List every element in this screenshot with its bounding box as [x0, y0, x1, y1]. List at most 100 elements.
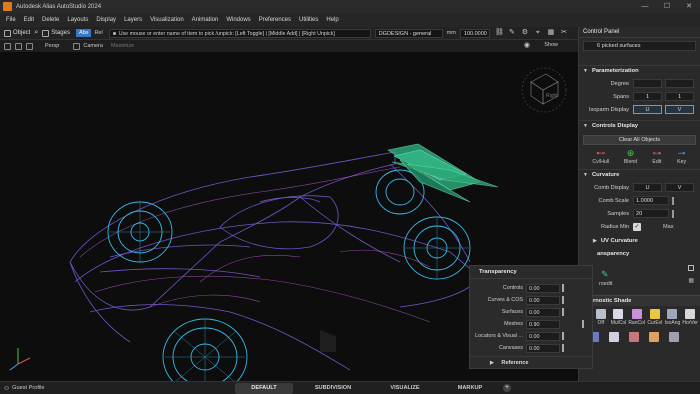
- grid-small-icon[interactable]: ▦: [688, 277, 694, 284]
- controls-field[interactable]: 0.00: [526, 283, 560, 293]
- viewport-camera-icon[interactable]: [26, 42, 33, 50]
- isoparm-u-toggle[interactable]: U: [633, 105, 662, 114]
- degree-u-field[interactable]: [633, 79, 662, 88]
- object-pick-button[interactable]: Object: [4, 29, 30, 37]
- controls-display-section[interactable]: ▼ Controls Display: [579, 120, 700, 131]
- locators-slider[interactable]: [562, 332, 564, 340]
- tab-subdivision[interactable]: SUBDIVISION: [303, 383, 363, 394]
- menu-animation[interactable]: Animation: [192, 17, 219, 23]
- transparency-title: Transparency: [470, 266, 592, 279]
- workspace-bar: ☺ Guest Profile DEFAULT SUBDIVISION VISU…: [0, 381, 700, 394]
- shade-swatch-icon[interactable]: [629, 332, 639, 342]
- surfaces-slider[interactable]: [562, 308, 564, 316]
- rel-toggle[interactable]: Rel: [94, 30, 102, 36]
- surfaces-field[interactable]: 0.00: [526, 307, 560, 317]
- menu-visualization[interactable]: Visualization: [150, 17, 184, 23]
- menu-delete[interactable]: Delete: [42, 17, 59, 23]
- isoparm-v-toggle[interactable]: V: [665, 105, 694, 114]
- shade-off-button[interactable]: Off: [593, 309, 609, 326]
- square-icon[interactable]: [688, 265, 694, 271]
- tab-default[interactable]: DEFAULT: [235, 383, 293, 394]
- curvature-section[interactable]: ▼ Curvature: [579, 169, 700, 180]
- menu-preferences[interactable]: Preferences: [259, 17, 291, 23]
- edit-button[interactable]: ⊶ Edit: [652, 148, 662, 165]
- cv-hull-button[interactable]: ⊷ Cv/Hull: [592, 148, 609, 165]
- prompt-line[interactable]: Use mouse or enter name of item to pick …: [108, 28, 371, 38]
- viewport-layout-icon[interactable]: [15, 42, 22, 50]
- eye-icon[interactable]: ◉: [524, 42, 530, 49]
- samples-slider[interactable]: [672, 209, 674, 218]
- canvases-slider[interactable]: [562, 344, 564, 352]
- tab-markup[interactable]: MARKUP: [446, 383, 494, 394]
- view-name[interactable]: Persp: [45, 43, 59, 49]
- shade-horver-button[interactable]: HorVer: [682, 309, 698, 326]
- link-icon[interactable]: ⛓: [495, 29, 504, 37]
- curves-cos-slider[interactable]: [562, 296, 564, 304]
- menu-layouts[interactable]: Layouts: [67, 17, 88, 23]
- maximize-label[interactable]: Maximize: [111, 43, 134, 49]
- reference-section[interactable]: ▶ Reference: [470, 356, 592, 368]
- show-button[interactable]: Show: [544, 42, 558, 48]
- shade-mulcol-button[interactable]: MulCol: [611, 309, 627, 326]
- tolerance-field[interactable]: 100.0000: [459, 28, 490, 38]
- abs-toggle[interactable]: Abs: [75, 29, 92, 37]
- locators-label: Locators & Visual ...: [475, 333, 523, 339]
- settings-icon[interactable]: ⚙: [521, 29, 529, 37]
- camera-label[interactable]: Camera: [83, 43, 103, 49]
- minimize-button[interactable]: —: [634, 0, 656, 13]
- spans-u-field[interactable]: 1: [633, 92, 662, 101]
- curves-cos-field[interactable]: 0.00: [526, 295, 560, 305]
- comb-u-toggle[interactable]: U: [633, 183, 662, 192]
- transparency-section-header[interactable]: ansparency: [579, 248, 700, 259]
- shade-swatch-icon[interactable]: [609, 332, 619, 342]
- menu-file[interactable]: File: [6, 17, 16, 23]
- search-icon[interactable]: ⌕: [34, 29, 38, 37]
- snap-icon[interactable]: ⌖: [534, 29, 542, 37]
- comb-scale-slider[interactable]: [672, 196, 674, 205]
- shade-swatch-icon[interactable]: [649, 332, 659, 342]
- viewport-menu-icon[interactable]: [4, 42, 11, 50]
- clear-all-objects-button[interactable]: Clear All Objects: [583, 135, 696, 145]
- close-button[interactable]: ✕: [678, 0, 700, 13]
- pencil-green-icon[interactable]: ✎: [601, 269, 611, 279]
- grid-icon[interactable]: ▦: [547, 29, 555, 37]
- shade-swatch-icon[interactable]: [669, 332, 679, 342]
- key-button[interactable]: ⊸ Key: [677, 148, 687, 165]
- canvases-field[interactable]: 0.00: [526, 343, 560, 353]
- tab-visualize[interactable]: VISUALIZE: [377, 383, 433, 394]
- spans-v-field[interactable]: 1: [665, 92, 694, 101]
- menu-layers[interactable]: Layers: [124, 17, 142, 23]
- comb-v-toggle[interactable]: V: [665, 183, 694, 192]
- meshes-field[interactable]: 0.90: [526, 319, 560, 329]
- stages-button[interactable]: Stages: [42, 29, 70, 37]
- comb-scale-field[interactable]: 1.0000: [633, 196, 669, 205]
- picked-objects-field[interactable]: 6 picked surfaces: [583, 41, 696, 51]
- radius-min-checkbox[interactable]: ✓: [633, 222, 641, 231]
- add-workspace-button[interactable]: +: [503, 384, 511, 392]
- samples-field[interactable]: 20: [633, 209, 669, 218]
- menu-edit[interactable]: Edit: [24, 17, 34, 23]
- menu-windows[interactable]: Windows: [226, 17, 250, 23]
- shade-rancol-button[interactable]: RanCol: [628, 309, 645, 326]
- menu-help[interactable]: Help: [326, 17, 338, 23]
- expand-triangle-icon: ▶: [490, 360, 494, 366]
- controls-slider[interactable]: [562, 284, 564, 292]
- shade-curevl-button[interactable]: CurEvl: [647, 309, 663, 326]
- parameterization-section[interactable]: ▼ Parameterization: [579, 65, 700, 76]
- menu-display[interactable]: Display: [96, 17, 116, 23]
- uv-curvature-section[interactable]: ▶ UV Curvature: [579, 235, 700, 246]
- locators-field[interactable]: 0.00: [526, 331, 560, 341]
- menu-utilities[interactable]: Utilities: [299, 17, 318, 23]
- shade-isoang-button[interactable]: IsoAng: [665, 309, 681, 326]
- meshes-slider[interactable]: [582, 320, 584, 328]
- blend-icon: ⊕: [626, 148, 635, 158]
- window-title: Autodesk Alias AutoStudio 2024: [16, 3, 102, 10]
- degree-label: Degree: [610, 80, 629, 87]
- maximize-button[interactable]: ☐: [656, 0, 678, 13]
- degree-v-field[interactable]: [665, 79, 694, 88]
- layer-selector[interactable]: DGDESIGN - general: [374, 28, 443, 38]
- wrench-icon[interactable]: ✂: [560, 29, 568, 37]
- pen-icon[interactable]: ✎: [508, 29, 516, 37]
- blend-button[interactable]: ⊕ Blend: [624, 148, 637, 165]
- guest-profile[interactable]: ☺ Guest Profile: [3, 385, 45, 392]
